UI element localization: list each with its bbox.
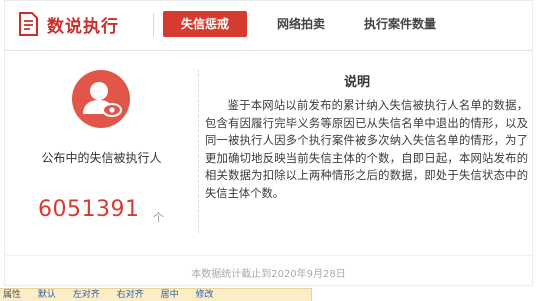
toolbar-default[interactable]: 默认 [38,290,56,300]
image-toolbar: 属性 默认 左对齐 右对齐 居中 修改 [0,288,312,301]
logo[interactable]: 数说执行 [17,11,119,37]
data-cutoff-date: 本数据统计截止到2020年9月28日 [191,269,346,280]
tab-credit-punishment[interactable]: 失信惩戒 [163,11,247,37]
footer-rule [5,255,532,256]
tab-case-count[interactable]: 执行案件数量 [353,11,447,37]
toolbar-align-right[interactable]: 右对齐 [117,290,144,300]
person-eye-icon [83,82,122,117]
panel-divider [198,69,199,233]
person-avatar [72,70,130,128]
count-unit: 个 [153,211,164,224]
note-title: 说明 [344,75,371,90]
note-body: 鉴于本网站以前发布的累计纳入失信被执行人名单的数据，包含有因履行完毕义务等原因已… [205,99,528,200]
toolbar-center[interactable]: 居中 [161,290,179,300]
toolbar-align-left[interactable]: 左对齐 [73,290,100,300]
info-card: 数说执行 失信惩戒 网络拍卖 执行案件数量 公布中的失信被执行人 6051391… [4,0,533,286]
header-divider [153,13,154,37]
dishonest-persons-label: 公布中的失信被执行人 [41,151,162,165]
tab-online-auction[interactable]: 网络拍卖 [269,11,333,37]
document-logo-icon [17,12,39,36]
header-bar: 数说执行 失信惩戒 网络拍卖 执行案件数量 [5,1,532,51]
logo-title: 数说执行 [47,16,119,37]
toolbar-properties[interactable]: 属性 [3,290,21,300]
toolbar-edit[interactable]: 修改 [195,290,213,300]
dishonest-count: 6051391 [38,197,140,222]
